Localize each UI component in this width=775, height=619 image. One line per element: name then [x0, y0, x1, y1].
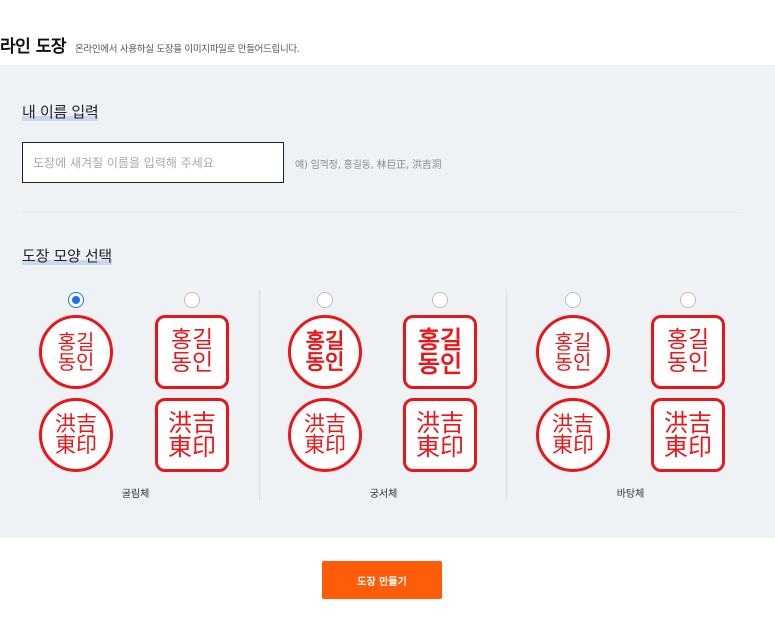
stamp-text-line: 洪吉 — [55, 411, 97, 436]
stamp-preview-gulim-round-hanja[interactable]: 洪吉 東印 — [39, 398, 113, 472]
stamp-preview-batang-round-hanja[interactable]: 洪吉 東印 — [536, 398, 610, 472]
stamp-text-line: 洪吉 — [304, 411, 346, 436]
font-group-gulim: 홍길 동인 洪吉 東印 홍길 동인 洪吉 東印 굴림체 — [12, 290, 259, 500]
stamp-text-line: 동인 — [666, 350, 710, 376]
stamp-text-line: 동인 — [417, 350, 463, 378]
stamp-text-line: 洪吉 — [168, 408, 216, 437]
shape-radio-gungseo-square[interactable] — [432, 292, 448, 308]
stamp-preview-gungseo-round-hangul[interactable]: 홍길 동인 — [288, 315, 362, 389]
shape-radio-batang-round[interactable] — [565, 292, 581, 308]
stamp-preview-gulim-square-hanja[interactable]: 洪吉 東印 — [155, 398, 229, 472]
stamp-text-line: 홍길 — [57, 329, 95, 354]
stamp-text-line: 홍길 — [170, 326, 214, 353]
stamp-text-line: 東印 — [304, 433, 346, 457]
stamp-text-line: 洪吉 — [664, 408, 712, 437]
stamp-preview-gungseo-round-hanja[interactable]: 洪吉 東印 — [288, 398, 362, 472]
stamp-text-line: 홍길 — [305, 328, 345, 353]
stamp-name-input[interactable] — [22, 142, 284, 183]
stamp-preview-gulim-round-hangul[interactable]: 홍길 동인 — [39, 315, 113, 389]
stamp-text-line: 홍길 — [666, 326, 710, 353]
stamp-preview-gungseo-square-hangul[interactable]: 홍길 동인 — [403, 315, 477, 389]
shape-radio-batang-square[interactable] — [680, 292, 696, 308]
stamp-text-line: 洪吉 — [552, 411, 594, 436]
stamp-text-line: 洪吉 — [416, 408, 464, 437]
stamp-preview-batang-square-hanja[interactable]: 洪吉 東印 — [651, 398, 725, 472]
stamp-text-line: 동인 — [170, 350, 214, 376]
font-group-gungseo: 홍길 동인 洪吉 東印 홍길 동인 洪吉 東印 궁서체 — [259, 290, 507, 500]
stamp-text-line: 동인 — [57, 350, 95, 374]
stamp-text-line: 東印 — [416, 433, 464, 461]
stamp-text-line: 東印 — [664, 433, 712, 461]
shape-radio-gungseo-round[interactable] — [317, 292, 333, 308]
page-subtitle: 온라인에서 사용하실 도장을 이미지파일로 만들어드립니다. — [74, 44, 300, 55]
stamp-form-panel: 내 이름 입력 예) 임꺽정, 홍길동, 林巨正, 洪吉洞 도장 모양 선택 홍… — [0, 65, 775, 538]
name-section-label: 내 이름 입력 — [22, 103, 99, 121]
stamp-preview-gungseo-square-hanja[interactable]: 洪吉 東印 — [403, 398, 477, 472]
stamp-text-line: 東印 — [168, 433, 216, 461]
stamp-text-line: 東印 — [55, 433, 97, 457]
shape-radio-gulim-round[interactable] — [68, 292, 84, 308]
font-name-label: 궁서체 — [369, 489, 398, 500]
font-name-label: 굴림체 — [121, 489, 150, 500]
page-title: 라인 도장 — [0, 37, 66, 57]
stamp-preview-gulim-square-hangul[interactable]: 홍길 동인 — [155, 315, 229, 389]
shape-radio-gulim-square[interactable] — [184, 292, 200, 308]
stamp-preview-batang-round-hangul[interactable]: 홍길 동인 — [536, 315, 610, 389]
font-name-label: 바탕체 — [616, 489, 645, 500]
shape-section-label: 도장 모양 선택 — [22, 247, 112, 265]
stamp-preview-batang-square-hangul[interactable]: 홍길 동인 — [651, 315, 725, 389]
stamp-text-line: 동인 — [305, 350, 345, 374]
stamp-text-line: 홍길 — [554, 329, 592, 354]
page-header: 라인 도장 온라인에서 사용하실 도장을 이미지파일로 만들어드립니다. — [0, 32, 300, 57]
make-stamp-button[interactable]: 도장 만들기 — [322, 561, 442, 599]
input-example-text: 예) 임꺽정, 홍길동, 林巨正, 洪吉洞 — [295, 160, 442, 171]
font-group-batang: 홍길 동인 洪吉 東印 홍길 동인 洪吉 東印 바탕체 — [506, 290, 754, 500]
stamp-text-line: 동인 — [554, 350, 592, 374]
section-divider — [22, 212, 740, 213]
stamp-text-line: 東印 — [552, 433, 594, 457]
stamp-text-line: 홍길 — [417, 325, 463, 354]
